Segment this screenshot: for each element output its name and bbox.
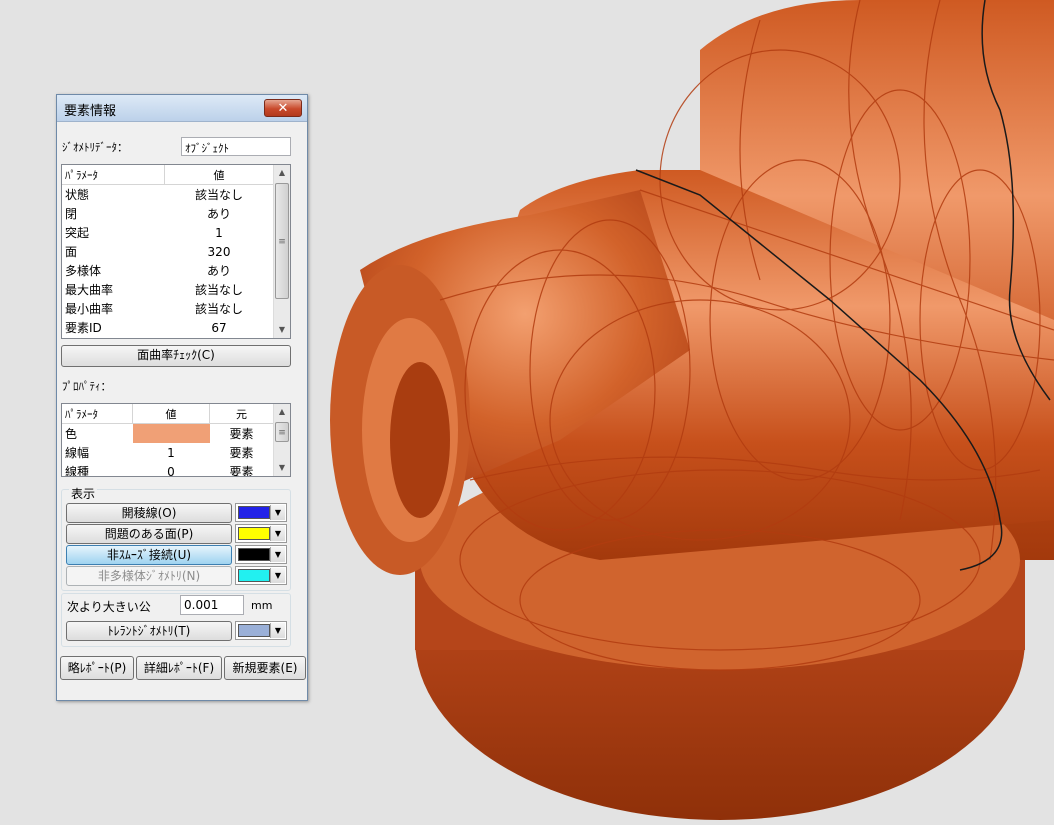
param-row[interactable]: 面 320 (62, 242, 274, 261)
open-edges-color-picker[interactable]: ▼ (235, 503, 287, 522)
color-swatch (238, 506, 270, 519)
param-value: 該当なし (194, 283, 243, 297)
3d-model (330, 0, 1054, 820)
param-row[interactable]: 多様体 あり (62, 261, 274, 280)
close-button[interactable]: ✕ (264, 99, 302, 117)
param-value: あり (206, 264, 231, 278)
non-smooth-connection-button[interactable]: 非ｽﾑｰｽﾞ接続(U) (66, 545, 232, 565)
param-row[interactable]: 要素ID 67 (62, 318, 274, 337)
param-header-value[interactable]: 値 (164, 165, 274, 185)
scroll-thumb[interactable]: ≡ (275, 183, 289, 299)
tolerance-unit: mm (251, 599, 273, 612)
param-name: 要素ID (65, 321, 102, 335)
element-info-dialog: 要素情報 ✕ ｼﾞｵﾒﾄﾘﾃﾞｰﾀ： ｵﾌﾞｼﾞｪｸﾄ ﾊﾟﾗﾒｰﾀ 値 状態該… (56, 94, 308, 701)
property-row[interactable]: 色 要素 (62, 423, 274, 443)
param-value: 67 (211, 320, 227, 335)
scroll-up-icon[interactable]: ▲ (274, 165, 290, 181)
property-source: 要素 (229, 446, 254, 460)
parameter-table: ﾊﾟﾗﾒｰﾀ 値 状態 該当なし閉あり 突起 1 面 320 多様体 あり 最大曲率 該当なし 最小… (62, 165, 274, 337)
param-value: 1 (215, 225, 223, 240)
chevron-down-icon[interactable]: ▼ (270, 568, 285, 583)
param-row[interactable]: 最小曲率 該当なし (62, 299, 274, 318)
property-row[interactable]: 線種 0 要素 (62, 462, 274, 477)
non-manifold-geometry-color-picker[interactable]: ▼ (235, 566, 287, 585)
property-list-scrollbar[interactable]: ▲ ≡ ▼ (273, 404, 290, 476)
color-swatch (238, 548, 270, 561)
param-row[interactable]: 突起 1 (62, 223, 274, 242)
geometry-data-label: ｼﾞｵﾒﾄﾘﾃﾞｰﾀ： (62, 141, 128, 154)
param-value: 該当なし (194, 188, 243, 202)
param-name: 状態 (65, 188, 90, 202)
param-row[interactable]: 閉 あり (62, 204, 274, 223)
param-name: 面 (65, 245, 78, 259)
problem-faces-color-picker[interactable]: ▼ (235, 524, 287, 543)
tolerant-geometry-color-picker[interactable]: ▼ (235, 621, 287, 640)
property-name: 色 (65, 427, 78, 441)
scroll-down-icon[interactable]: ▼ (274, 322, 290, 338)
color-swatch (238, 624, 270, 637)
scroll-up-icon[interactable]: ▲ (274, 404, 290, 420)
chevron-down-icon[interactable]: ▼ (270, 505, 285, 520)
prop-header-source[interactable]: 元 (209, 404, 274, 424)
detail-report-button[interactable]: 詳細ﾚﾎﾟｰﾄ(F) (136, 656, 222, 680)
geometry-data-field: ｵﾌﾞｼﾞｪｸﾄ (181, 137, 291, 156)
property-value: 0 (167, 464, 175, 477)
property-source: 要素 (229, 427, 254, 441)
open-edges-button[interactable]: 開稜線(O) (66, 503, 232, 523)
param-value: 320 (207, 244, 231, 259)
tolerance-input[interactable]: 0.001 (180, 595, 244, 615)
color-swatch (238, 569, 270, 582)
param-value: 該当なし (194, 302, 243, 316)
property-row[interactable]: 線幅 1 要素 (62, 443, 274, 462)
property-source: 要素 (229, 465, 254, 477)
display-group-label: 表示 (69, 485, 98, 502)
scroll-down-icon[interactable]: ▼ (274, 460, 290, 476)
chevron-down-icon[interactable]: ▼ (270, 623, 285, 638)
new-element-button[interactable]: 新規要素(E) (224, 656, 306, 680)
problem-faces-button[interactable]: 問題のある面(P) (66, 524, 232, 544)
param-name: 最小曲率 (65, 302, 114, 316)
property-color-swatch (132, 423, 210, 443)
param-name: 多様体 (65, 264, 102, 278)
param-header-name[interactable]: ﾊﾟﾗﾒｰﾀ (62, 165, 165, 185)
tolerance-label: 次より大きい公 (67, 600, 151, 614)
param-row[interactable]: 状態 該当なし (62, 185, 274, 205)
chevron-down-icon[interactable]: ▼ (270, 526, 285, 541)
param-name: 突起 (65, 226, 90, 240)
property-list[interactable]: ﾊﾟﾗﾒｰﾀ 値 元 色要素 線幅 1 要素 線種 0 要素 ▲ ≡ ▼ (61, 403, 291, 477)
property-name: 線幅 (65, 446, 90, 460)
dialog-title: 要素情報 (64, 104, 117, 119)
param-name: 最大曲率 (65, 283, 114, 297)
property-label: ﾌﾟﾛﾊﾟﾃｨ： (62, 380, 112, 393)
param-row[interactable]: 最大曲率 該当なし (62, 280, 274, 299)
tolerant-geometry-button[interactable]: ﾄﾚﾗﾝﾄｼﾞｵﾒﾄﾘ(T) (66, 621, 232, 641)
property-table: ﾊﾟﾗﾒｰﾀ 値 元 色要素 線幅 1 要素 線種 0 要素 (62, 404, 274, 477)
chevron-down-icon[interactable]: ▼ (270, 547, 285, 562)
dialog-titlebar[interactable]: 要素情報 ✕ (57, 95, 307, 122)
non-manifold-geometry-button: 非多様体ｼﾞｵﾒﾄﾘ(N) (66, 566, 232, 586)
color-swatch (238, 527, 270, 540)
prop-header-name[interactable]: ﾊﾟﾗﾒｰﾀ (62, 404, 133, 424)
param-name: 閉 (65, 207, 78, 221)
property-value: 1 (167, 445, 175, 460)
property-name: 線種 (65, 465, 90, 477)
parameter-list[interactable]: ﾊﾟﾗﾒｰﾀ 値 状態 該当なし閉あり 突起 1 面 320 多様体 あり 最大曲率 該当なし 最小… (61, 164, 291, 339)
prop-header-value[interactable]: 値 (132, 404, 210, 424)
param-value: あり (206, 207, 231, 221)
parameter-list-scrollbar[interactable]: ▲ ≡ ▼ (273, 165, 290, 338)
scroll-thumb[interactable]: ≡ (275, 422, 289, 442)
brief-report-button[interactable]: 略ﾚﾎﾟｰﾄ(P) (60, 656, 134, 680)
non-smooth-connection-color-picker[interactable]: ▼ (235, 545, 287, 564)
curvature-check-button[interactable]: 面曲率ﾁｪｯｸ(C) (61, 345, 291, 367)
